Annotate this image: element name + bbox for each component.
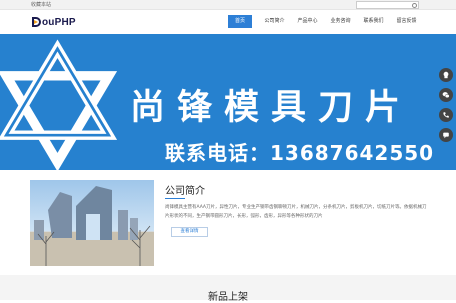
favorite-link[interactable]: 收藏本站: [31, 1, 51, 9]
banner-phone: 联系电话：13687642550: [165, 141, 435, 165]
main-nav: 首页 公司简介 产品中心 业务咨询 联系我们 留言反馈: [228, 15, 423, 28]
search-box[interactable]: [356, 1, 419, 19]
search-icon[interactable]: [412, 3, 417, 8]
nav-home[interactable]: 首页: [228, 15, 252, 28]
nav-feedback[interactable]: 留言反馈: [390, 15, 423, 28]
company-photo: [30, 180, 154, 266]
banner-title: 尚锋模具刀片: [130, 88, 413, 128]
products-section: 新品上架: [0, 275, 456, 303]
star-logo-graphic: [0, 39, 118, 170]
about-section: 公司简介 尚锋模具主营有AAA刀片，异性刀片，专业生产钢带齿钢聊顿刀片，机械刀片…: [0, 170, 456, 275]
nav-business[interactable]: 业务咨询: [324, 15, 357, 28]
logo-mark-icon: [32, 17, 41, 27]
nav-about[interactable]: 公司简介: [258, 15, 291, 28]
phone-icon[interactable]: [439, 108, 453, 122]
about-title: 公司简介: [165, 186, 205, 197]
site-logo[interactable]: ouPHP: [31, 15, 76, 29]
top-bar: 收藏本站: [0, 0, 456, 19]
message-icon[interactable]: [439, 128, 453, 142]
nav-contact[interactable]: 联系我们: [357, 15, 390, 28]
hero-banner[interactable]: 尚锋模具刀片 联系电话：13687642550: [0, 34, 456, 170]
title-underline: [165, 198, 185, 199]
logo-text: ouPHP: [42, 16, 76, 28]
chat-icon[interactable]: [439, 68, 453, 82]
about-description: 尚锋模具主营有AAA刀片，异性刀片，专业生产钢带齿钢聊顿刀片，机械刀片，分条机刀…: [165, 205, 427, 219]
floating-contact-bar: [439, 68, 453, 148]
nav-products[interactable]: 产品中心: [291, 15, 324, 28]
products-title: 新品上架: [208, 292, 248, 303]
wechat-icon[interactable]: [439, 88, 453, 102]
header: ouPHP 首页 公司简介 产品中心 业务咨询 联系我们 留言反馈: [0, 10, 456, 34]
more-button[interactable]: 查看详情: [171, 227, 208, 237]
